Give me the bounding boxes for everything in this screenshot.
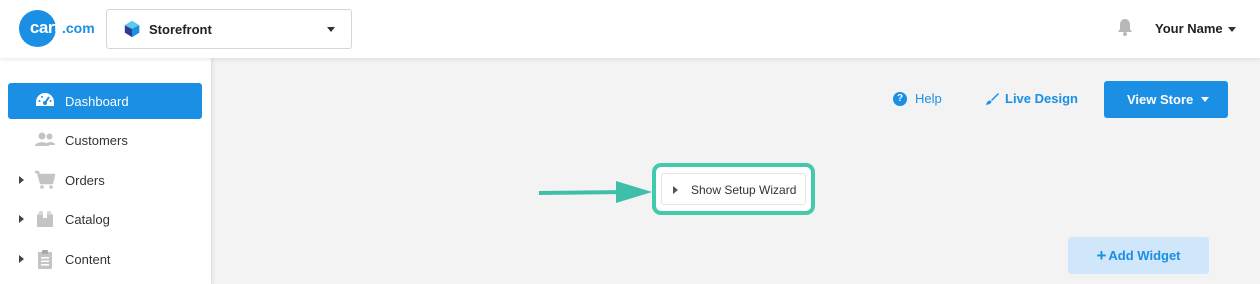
storefront-cube-icon [124, 20, 140, 38]
user-menu-name[interactable]: Your Name [1155, 21, 1223, 36]
plus-icon: + [1096, 245, 1107, 265]
help-link[interactable]: ? Help [893, 91, 942, 106]
sidebar-item-label: Catalog [65, 212, 110, 227]
sidebar-item-label: Customers [65, 133, 128, 148]
sidebar-item-content[interactable]: Content [8, 241, 202, 277]
live-design-link[interactable]: Live Design [985, 91, 1078, 106]
view-store-button[interactable]: View Store [1104, 81, 1228, 118]
cart-icon [35, 170, 56, 189]
caret-right-icon [673, 186, 678, 194]
sidebar-item-catalog[interactable]: Catalog [8, 201, 202, 237]
setup-wizard-label: Show Setup Wizard [691, 183, 797, 197]
live-design-label: Live Design [1005, 91, 1078, 106]
chevron-down-icon [1201, 97, 1210, 102]
show-setup-wizard-button[interactable]: Show Setup Wizard [661, 173, 806, 205]
sidebar: Dashboard Customers Orders Catalog Conte… [0, 58, 212, 284]
help-label: Help [915, 91, 942, 106]
sidebar-item-customers[interactable]: Customers [8, 122, 202, 158]
store-selector[interactable]: Storefront [106, 9, 352, 49]
add-widget-button[interactable]: + Add Widget [1068, 237, 1209, 274]
users-icon [35, 132, 55, 146]
expand-caret-icon[interactable] [19, 176, 24, 184]
logo-suffix: .com [62, 20, 95, 36]
sidebar-item-orders[interactable]: Orders [8, 162, 202, 198]
sidebar-item-label: Content [65, 252, 111, 267]
setup-wizard-highlight: Show Setup Wizard [652, 163, 815, 215]
add-widget-label: Add Widget [1108, 248, 1181, 263]
sidebar-item-label: Orders [65, 173, 105, 188]
top-bar: cart .com Storefront Your Name [0, 0, 1260, 58]
main-content: ? Help Live Design View Store Show Setup… [213, 58, 1260, 284]
cart-com-logo[interactable]: cart .com [19, 8, 95, 48]
dashboard-gauge-icon [36, 93, 54, 106]
logo-text: cart [29, 18, 60, 37]
sidebar-item-label: Dashboard [65, 94, 129, 109]
chevron-down-icon [327, 27, 335, 32]
box-icon [37, 211, 53, 227]
annotation-arrow-icon [538, 181, 652, 203]
expand-caret-icon[interactable] [19, 215, 24, 223]
store-selector-value: Storefront [149, 21, 212, 37]
view-store-label: View Store [1127, 92, 1194, 107]
sidebar-item-dashboard[interactable]: Dashboard [8, 83, 202, 119]
question-circle-icon: ? [893, 91, 907, 106]
paintbrush-icon [986, 92, 999, 105]
logo-mark: cart [19, 9, 60, 47]
clipboard-icon [38, 250, 52, 269]
bell-icon[interactable] [1117, 18, 1133, 36]
user-menu-chevron-icon[interactable] [1228, 27, 1236, 32]
expand-caret-icon[interactable] [19, 255, 24, 263]
